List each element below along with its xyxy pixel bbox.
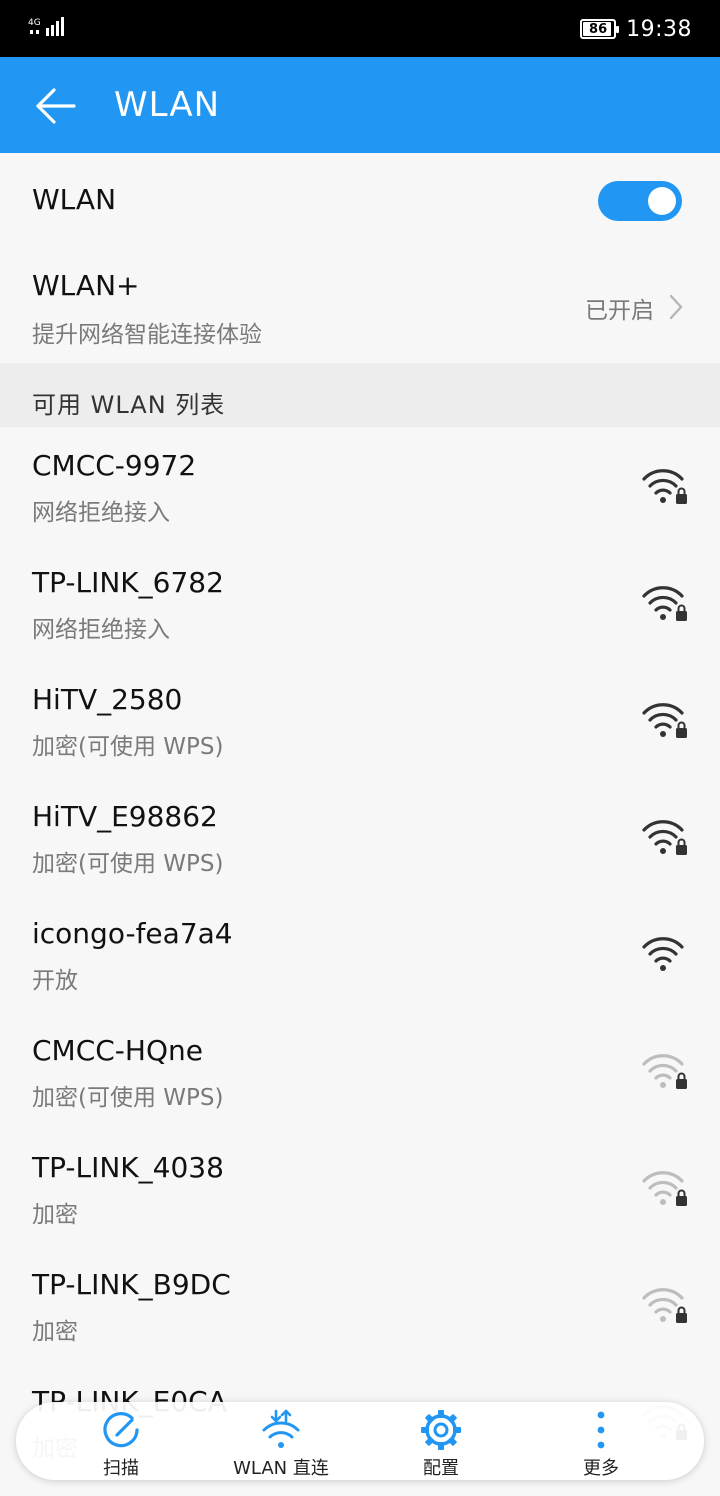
wlan-settings-screen: 4G 86 19:38 WLAN WLAN WLAN+ 提升网络智能连接体验 已… [0,0,720,1496]
wifi-locked-icon [642,703,687,738]
wifi-icon [642,937,684,971]
wifi-locked-icon [642,586,687,621]
network-row[interactable]: TP-LINK_6782 网络拒绝接入 [0,544,720,661]
battery-indicator: 86 [580,19,620,39]
arrow-left-icon[interactable] [30,81,80,131]
network-status: 加密(可使用 WPS) [32,851,224,877]
network-status: 网络拒绝接入 [32,617,170,643]
svg-text:4G: 4G [28,18,41,28]
network-status: 加密(可使用 WPS) [32,734,224,760]
network-name: TP-LINK_6782 [32,566,224,599]
wlan-switch[interactable] [598,181,682,221]
network-status: 加密(可使用 WPS) [32,1085,224,1111]
configure-button[interactable]: 配置 [371,1402,511,1480]
network-row[interactable]: TP-LINK_B9DC 加密 [0,1246,720,1363]
page-title: WLAN [114,85,221,125]
configure-label: 配置 [423,1458,459,1479]
wifi-direct-button[interactable]: WLAN 直连 [211,1402,351,1480]
network-status: 网络拒绝接入 [32,500,170,526]
switch-knob [648,187,676,215]
network-name: icongo-fea7a4 [32,917,233,950]
network-name: HiTV_E98862 [32,800,218,833]
network-name: TP-LINK_4038 [32,1151,224,1184]
available-networks-header: 可用 WLAN 列表 [0,363,720,427]
wifi-locked-icon [642,820,687,855]
cellular-signal-icon: 4G [28,17,64,36]
wifi-locked-icon [642,1288,687,1323]
battery-level: 86 [589,21,608,37]
wlan-toggle-row[interactable]: WLAN [0,153,720,249]
scan-label: 扫描 [103,1458,139,1479]
refresh-icon [103,1412,139,1448]
more-vertical-icon [597,1411,605,1449]
network-row[interactable]: HiTV_2580 加密(可使用 WPS) [0,661,720,778]
network-name: CMCC-HQne [32,1034,203,1067]
network-row[interactable]: icongo-fea7a4 开放 [0,895,720,1012]
network-name: CMCC-9972 [32,449,197,482]
scan-button[interactable]: 扫描 [51,1402,191,1480]
more-button[interactable]: 更多 [531,1402,671,1480]
network-row[interactable]: CMCC-9972 网络拒绝接入 [0,427,720,544]
network-row[interactable]: CMCC-HQne 加密(可使用 WPS) [0,1012,720,1129]
network-name: TP-LINK_B9DC [32,1268,231,1301]
network-name: HiTV_2580 [32,683,183,716]
section-title: 可用 WLAN 列表 [32,391,226,419]
network-status: 加密 [32,1319,78,1345]
app-bar: WLAN [0,57,720,153]
wlan-plus-label: WLAN+ [32,269,140,302]
status-bar: 4G 86 19:38 [0,0,720,57]
more-label: 更多 [583,1458,619,1479]
wifi-direct-icon [262,1409,300,1448]
wlan-plus-row[interactable]: WLAN+ 提升网络智能连接体验 已开启 [0,249,720,363]
bottom-action-bar: 扫描 WLAN 直连 配置 更多 [16,1402,704,1480]
wlan-toggle-label: WLAN [32,183,117,216]
gear-icon [421,1410,461,1450]
wifi-locked-icon [642,1171,687,1206]
wlan-plus-status: 已开启 [585,298,654,324]
network-status: 加密 [32,1202,78,1228]
clock: 19:38 [626,16,692,42]
wlan-plus-subtitle: 提升网络智能连接体验 [32,322,262,348]
chevron-right-icon [669,294,683,320]
network-row[interactable]: HiTV_E98862 加密(可使用 WPS) [0,778,720,895]
wifi-locked-icon [642,1054,687,1089]
network-row[interactable]: TP-LINK_4038 加密 [0,1129,720,1246]
wifi-direct-label: WLAN 直连 [233,1458,329,1479]
wifi-locked-icon [642,469,687,504]
network-status: 开放 [32,968,78,994]
